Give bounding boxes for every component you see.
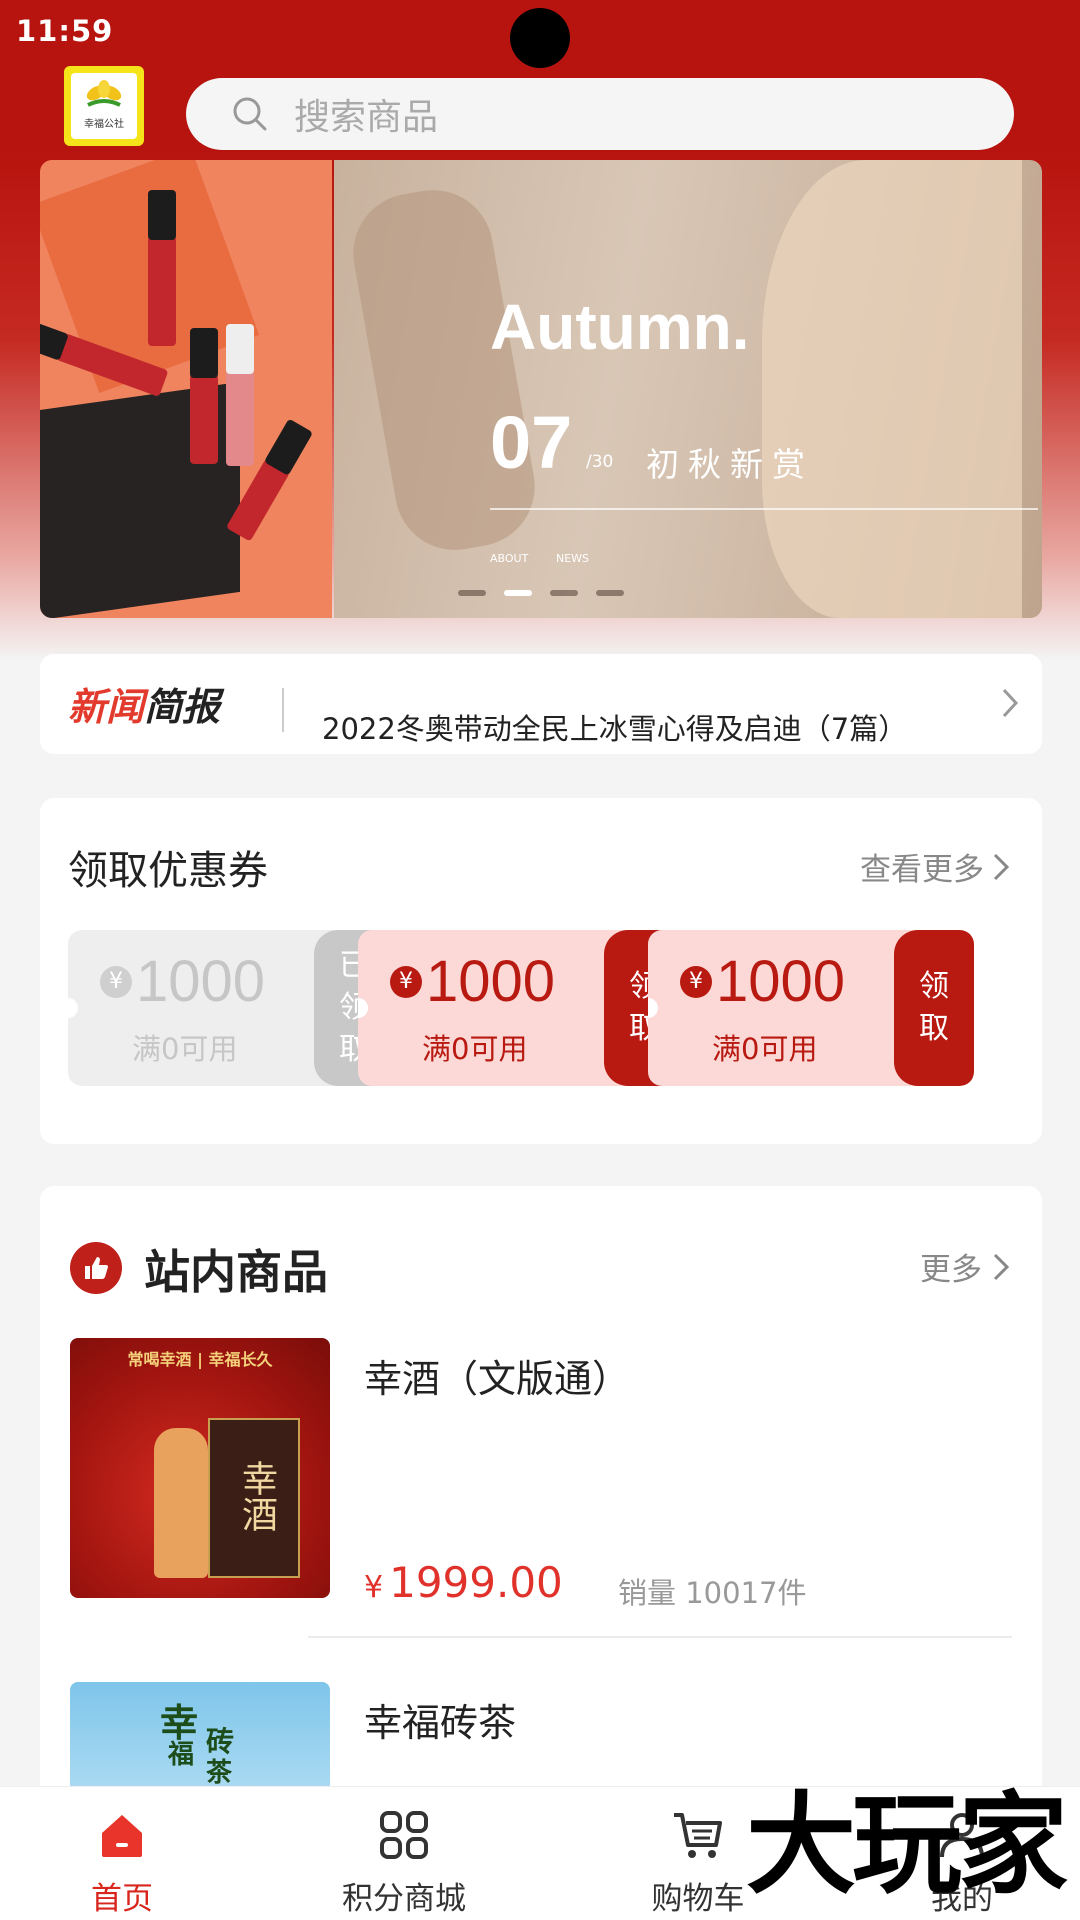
product-sales: 销量 10017件 xyxy=(618,1576,807,1610)
coupon-amount: ¥ 1000 xyxy=(390,948,555,1015)
banner-number-sub: /30 xyxy=(586,452,614,472)
coupon-item[interactable]: ¥ 1000 满0可用 领取 xyxy=(648,930,974,1086)
product-name[interactable]: 幸酒（文版通） xyxy=(364,1348,630,1403)
product-divider xyxy=(308,1636,1012,1638)
product-box-text: 幸酒 xyxy=(236,1460,277,1532)
banner-title: Autumn. xyxy=(490,291,750,363)
products-more-link[interactable]: 更多 xyxy=(920,1244,1010,1289)
product-bottle-shape xyxy=(154,1428,208,1578)
coupon-value: 1000 xyxy=(136,949,266,1014)
coupon-amount: ¥ 1000 xyxy=(680,948,845,1015)
promo-banner[interactable] xyxy=(40,160,1042,618)
chevron-right-icon xyxy=(993,1253,1010,1280)
yen-icon: ¥ xyxy=(100,965,132,998)
product-item[interactable]: 常喝幸酒 | 幸福长久 幸酒 幸酒（文版通） ¥1999.00 销量 10017… xyxy=(70,1338,1012,1638)
coupon-condition: 满0可用 xyxy=(712,1032,818,1066)
pager-dot[interactable] xyxy=(458,590,486,596)
thumbs-up-icon xyxy=(70,1242,122,1294)
banner-lipstick-image xyxy=(40,160,332,618)
search-placeholder: 搜索商品 xyxy=(294,97,439,138)
products-more-label: 更多 xyxy=(920,1252,982,1288)
banner-pager[interactable] xyxy=(458,590,624,596)
coupon-body: ¥ 1000 满0可用 xyxy=(68,930,320,1086)
logo-text: 幸福公社 xyxy=(84,119,124,130)
watermark-text: 大玩家 xyxy=(746,1781,1068,1909)
banner-fabric-shape xyxy=(762,160,1022,618)
coupon-value: 1000 xyxy=(426,949,556,1014)
yen-icon: ¥ xyxy=(680,965,712,998)
tab-label: 购物车 xyxy=(651,1881,745,1917)
tab-points-mall[interactable]: 积分商城 xyxy=(304,1787,504,1920)
yen-icon: ¥ xyxy=(390,965,422,998)
camera-cutout xyxy=(510,8,570,68)
pager-dot[interactable] xyxy=(550,590,578,596)
banner-divider xyxy=(490,508,1038,510)
coupon-more-label: 查看更多 xyxy=(860,852,984,888)
search-input[interactable]: 搜索商品 xyxy=(186,78,1014,150)
news-divider xyxy=(282,688,284,732)
coupon-condition: 满0可用 xyxy=(422,1032,528,1066)
news-headline[interactable]: 2022冬奥带动全民上冰雪心得及启迪（7篇） xyxy=(322,706,907,748)
products-section-title: 站内商品 xyxy=(144,1245,328,1299)
lipstick-shape xyxy=(226,324,254,466)
chevron-right-icon[interactable] xyxy=(1000,686,1020,720)
status-bar: 11:59 xyxy=(0,0,1080,68)
app-logo[interactable]: 幸福公社 xyxy=(64,66,144,146)
banner-fashion-image xyxy=(334,160,1042,618)
tab-label: 首页 xyxy=(91,1881,153,1917)
banner-subtitle: 初秋新赏 xyxy=(646,445,814,484)
product-box-shape: 幸酒 xyxy=(208,1418,300,1578)
banner-number: 07 xyxy=(490,401,573,484)
banner-link-news: NEWS xyxy=(556,552,590,565)
chevron-right-icon xyxy=(993,853,1010,880)
search-icon xyxy=(233,97,267,131)
coupon-condition: 满0可用 xyxy=(132,1032,238,1066)
coupon-section: 领取优惠券 查看更多 ¥ 1000 满0可用 已领取 ¥ 1000 满0可用 领… xyxy=(40,798,1042,1144)
coupon-list[interactable]: ¥ 1000 满0可用 已领取 ¥ 1000 满0可用 领取 ¥ 1000 满0… xyxy=(68,930,1014,1086)
lipstick-shape xyxy=(148,190,176,346)
pager-dot[interactable] xyxy=(596,590,624,596)
coupon-amount: ¥ 1000 xyxy=(100,948,265,1015)
product-name[interactable]: 幸福砖茶 xyxy=(364,1692,516,1747)
product-image-text: 福 xyxy=(168,1740,195,1770)
news-logo: 新闻简报 xyxy=(68,676,220,731)
tab-home[interactable]: 首页 xyxy=(22,1787,222,1920)
product-price: ¥1999.00 xyxy=(364,1558,563,1607)
news-logo-part2: 简报 xyxy=(144,685,221,729)
lipstick-shape xyxy=(190,328,218,464)
product-image[interactable]: 常喝幸酒 | 幸福长久 幸酒 xyxy=(70,1338,330,1598)
tab-label: 积分商城 xyxy=(342,1881,466,1917)
news-ticker[interactable]: 新闻简报 2022冬奥带动全民上冰雪心得及启迪（7篇） xyxy=(40,654,1042,754)
coupon-more-link[interactable]: 查看更多 xyxy=(860,844,1010,889)
coupon-item[interactable]: ¥ 1000 满0可用 已领取 xyxy=(68,930,394,1086)
pager-dot-active[interactable] xyxy=(504,590,532,596)
coupon-action-char: 取 xyxy=(919,1011,949,1046)
coupon-body: ¥ 1000 满0可用 xyxy=(648,930,900,1086)
coupon-item[interactable]: ¥ 1000 满0可用 领取 xyxy=(358,930,684,1086)
coupon-action-char: 领 xyxy=(919,969,949,1004)
price-value: 1999.00 xyxy=(389,1558,563,1607)
news-logo-part1: 新闻 xyxy=(68,685,145,729)
logo-inner: 幸福公社 xyxy=(71,73,137,139)
status-time: 11:59 xyxy=(16,14,114,48)
grid-icon xyxy=(380,1811,428,1859)
banner-figure-shape xyxy=(343,180,545,560)
product-image-text: 茶 xyxy=(206,1758,233,1788)
coupon-value: 1000 xyxy=(716,949,846,1014)
coupon-body: ¥ 1000 满0可用 xyxy=(358,930,610,1086)
flower-icon xyxy=(86,80,122,107)
home-icon xyxy=(102,1815,142,1857)
price-currency: ¥ xyxy=(364,1570,384,1605)
coupon-section-title: 领取优惠券 xyxy=(68,848,268,894)
product-image-text: 常喝幸酒 | 幸福长久 xyxy=(127,1350,273,1369)
coupon-claim-button[interactable]: 领取 xyxy=(894,930,974,1086)
banner-link-about: ABOUT xyxy=(490,552,529,565)
cart-icon xyxy=(674,1813,722,1858)
